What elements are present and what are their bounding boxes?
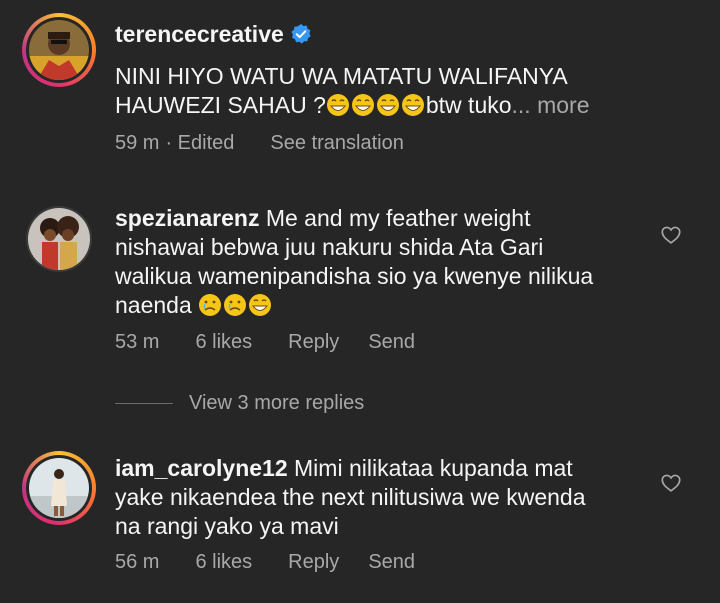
see-translation-button[interactable]: See translation (270, 132, 403, 155)
like-heart-icon[interactable] (660, 224, 682, 246)
comment-text-line: na rangi yako ya mavi (115, 513, 339, 539)
comment-text-fragment: Mimi nilikataa kupanda mat (294, 455, 573, 481)
username[interactable]: iam_carolyne12 (115, 455, 288, 481)
avatar-spezianarenz[interactable] (26, 206, 92, 272)
comment-text-fragment: Me and my feather weight (265, 205, 531, 231)
comment-text: NINI HIYO WATU WA MATATU WALIFANYA HAUWE… (115, 62, 590, 120)
avatar-iam_carolyne12[interactable] (22, 451, 96, 525)
comment-text-line: iam_carolyne12 Mimi nilikataa kupanda ma… (115, 454, 655, 483)
timestamp: 59 m (115, 132, 160, 154)
comment-meta: 53 m 6 likes Reply Send (115, 331, 415, 354)
comment-text: iam_carolyne12 Mimi nilikataa kupanda ma… (115, 454, 655, 541)
person-photo-icon (29, 458, 89, 518)
timestamp: 56 m (115, 551, 160, 573)
comment-text-fragment: btw tuko (425, 92, 512, 118)
reply-button[interactable]: Reply (288, 551, 339, 574)
comment-meta: 56 m 6 likes Reply Send (115, 551, 415, 574)
send-button[interactable]: Send (368, 551, 415, 574)
verified-badge-icon (291, 24, 311, 44)
comment-text-line: nishawai bebwa juu nakuru shida Ata Gari (115, 234, 544, 260)
view-more-replies[interactable]: View 3 more replies (115, 392, 364, 415)
reply-button[interactable]: Reply (288, 331, 339, 354)
person-photo-icon (28, 208, 90, 270)
likes-count[interactable]: 6 likes (195, 551, 252, 574)
comment-text-line: walikua wamenipandisha sio ya kwenye nil… (115, 263, 594, 289)
grinning-sweat-emoji-icon (326, 92, 426, 118)
comment-text-line: naenda (115, 291, 655, 320)
timestamp: 53 m (115, 331, 160, 353)
avatar-image (29, 20, 89, 80)
person-photo-icon (29, 20, 89, 80)
avatar-terencecreative[interactable] (22, 13, 96, 87)
like-heart-icon[interactable] (660, 472, 682, 494)
comment-text-line: yake nikaendea the next nilitusiwa we kw… (115, 484, 586, 510)
avatar-image (28, 208, 90, 270)
username[interactable]: spezianarenz (115, 205, 259, 231)
avatar-image (29, 458, 89, 518)
username[interactable]: terencecreative (115, 21, 284, 47)
comment-meta: 59 m · Edited See translation (115, 132, 404, 155)
comment-text-line: spezianarenz Me and my feather weight (115, 204, 655, 233)
divider (115, 403, 173, 404)
comment-text: spezianarenz Me and my feather weight ni… (115, 204, 655, 320)
view-more-replies-label[interactable]: View 3 more replies (189, 392, 364, 415)
comment-text-fragment: HAUWEZI SAHAU ? (115, 92, 326, 118)
send-button[interactable]: Send (368, 331, 415, 354)
crying-laughing-emoji-icon (198, 292, 273, 318)
comment-text-line: HAUWEZI SAHAU ? btw tuko... more (115, 91, 590, 120)
likes-count[interactable]: 6 likes (195, 331, 252, 354)
edited-label: · Edited (165, 132, 235, 154)
more-link[interactable]: ... more (512, 92, 590, 118)
comment-text-line: NINI HIYO WATU WA MATATU WALIFANYA (115, 63, 568, 89)
comment-text-fragment: naenda (115, 292, 192, 318)
